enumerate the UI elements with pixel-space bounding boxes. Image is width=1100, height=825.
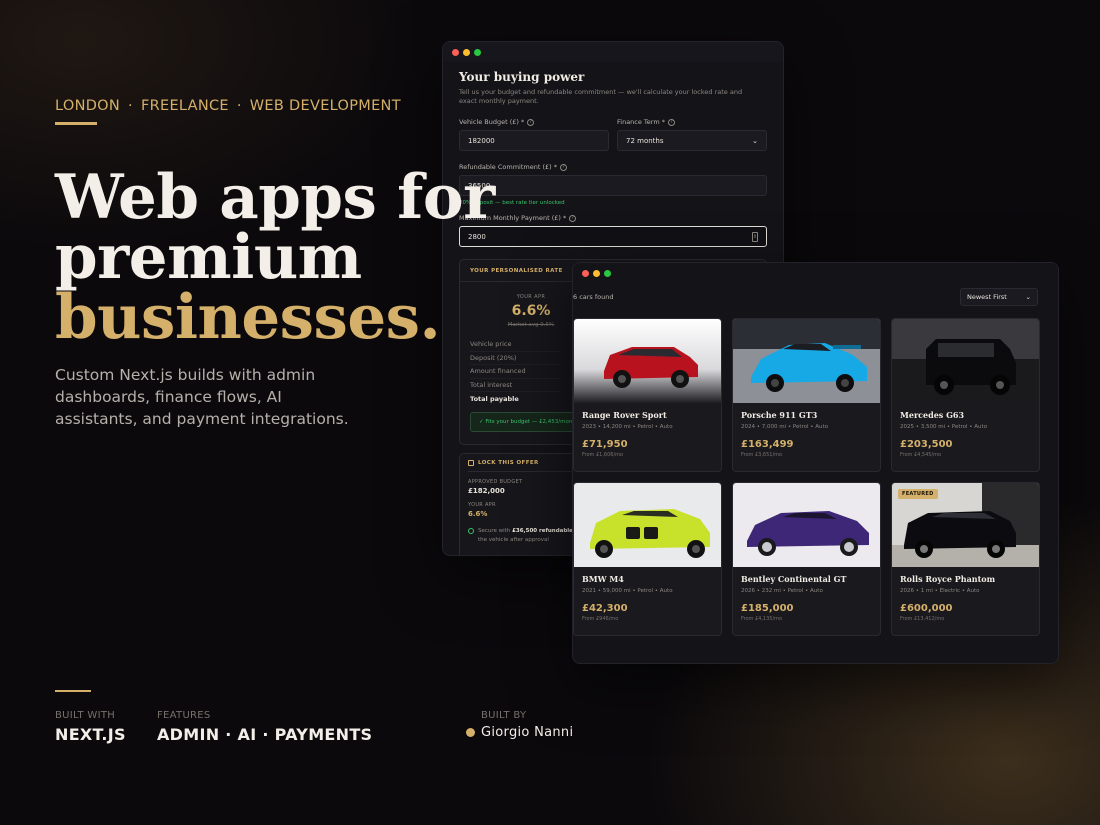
lock-icon: [468, 459, 474, 466]
tagline-underline: [55, 122, 97, 125]
car-image: [733, 483, 880, 567]
chevron-down-icon: ⌄: [1025, 293, 1031, 301]
car-spec: 2025 • 3,500 mi • Petrol • Auto: [900, 424, 988, 430]
car-monthly: From £13,412/mo: [900, 616, 945, 622]
car-price: £185,000: [741, 603, 794, 614]
page-headline: Web apps for premium businesses.: [55, 162, 495, 353]
commitment-label: Refundable Commitment (£) *?: [459, 163, 767, 171]
car-monthly: From £4,135/mo: [741, 616, 783, 622]
car-name: Bentley Continental GT: [741, 574, 847, 584]
car-image: [733, 319, 880, 403]
car-spec: 2024 • 7,000 mi • Petrol • Auto: [741, 424, 829, 430]
finance-title: Your buying power: [459, 70, 585, 84]
finance-description: Tell us your budget and refundable commi…: [459, 88, 743, 105]
results-count: 6 cars found: [573, 293, 614, 301]
term-select[interactable]: 72 months ⌄: [617, 130, 767, 151]
headline-line-2: premium: [55, 222, 362, 293]
footer-divider: [55, 690, 91, 692]
car-monthly: From £3,651/mo: [741, 452, 783, 458]
car-price: £203,500: [900, 439, 953, 450]
built-with-label: BUILT WITH: [55, 710, 116, 721]
built-with-block: BUILT WITH NEXT.JS: [55, 710, 126, 744]
rate-row: Total interest: [470, 379, 560, 392]
car-card[interactable]: Porsche 911 GT3 2024 • 7,000 mi • Petrol…: [732, 318, 881, 472]
car-monthly: From £946/mo: [582, 616, 619, 622]
help-icon[interactable]: ?: [569, 214, 577, 222]
car-image: [574, 483, 721, 567]
help-icon[interactable]: ?: [668, 118, 676, 126]
car-monthly: From £1,606/mo: [582, 452, 624, 458]
budget-label: Vehicle Budget (£) *?: [459, 118, 609, 126]
car-price: £71,950: [582, 439, 628, 450]
tagline-separator: ·: [236, 98, 242, 114]
car-card[interactable]: BMW M4 2021 • 59,000 mi • Petrol • Auto …: [573, 482, 722, 636]
car-card[interactable]: Bentley Continental GT 2026 • 232 mi • P…: [732, 482, 881, 636]
check-circle-icon: [468, 528, 474, 534]
features-block: FEATURES ADMIN · AI · PAYMENTS: [157, 710, 372, 744]
car-monthly: From £4,545/mo: [900, 452, 942, 458]
car-name: Mercedes G63: [900, 410, 965, 420]
car-name: BMW M4: [582, 574, 624, 584]
rate-row-total: Total payable: [470, 394, 519, 403]
car-card[interactable]: FEATURED Rolls Royce Phantom 2026 • 1 mi…: [891, 482, 1040, 636]
car-spec: 2023 • 14,200 mi • Petrol • Auto: [582, 424, 673, 430]
rate-row: Deposit (20%): [470, 352, 560, 365]
car-price: £600,000: [900, 603, 953, 614]
car-name: Range Rover Sport: [582, 410, 667, 420]
commitment-hint: 20% deposit — best rate tier unlocked: [459, 200, 565, 206]
car-image: [574, 319, 721, 403]
tagline-location: LONDON: [55, 98, 121, 114]
car-spec: 2026 • 232 mi • Petrol • Auto: [741, 588, 823, 594]
monthly-input[interactable]: 2800 ⇕: [459, 226, 767, 247]
help-icon[interactable]: ?: [527, 118, 535, 126]
close-window-icon[interactable]: [452, 48, 459, 56]
car-card[interactable]: Range Rover Sport 2023 • 14,200 mi • Pet…: [573, 318, 722, 472]
budget-input[interactable]: 182000: [459, 130, 609, 151]
car-spec: 2021 • 59,000 mi • Petrol • Auto: [582, 588, 673, 594]
built-by-value: Giorgio Nanni: [481, 725, 574, 740]
built-with-value: NEXT.JS: [55, 725, 126, 744]
tagline: LONDON · FREELANCE · WEB DEVELOPMENT: [55, 98, 401, 114]
built-by-block: BUILT BY Giorgio Nanni: [466, 710, 573, 740]
car-listing-window: 6 cars found Newest First ⌄ Range Rover …: [572, 262, 1059, 664]
term-label: Finance Term *?: [617, 118, 767, 126]
monthly-label: Maximum Monthly Payment (£) *?: [459, 214, 767, 222]
help-icon[interactable]: ?: [559, 163, 567, 171]
car-price: £42,300: [582, 603, 628, 614]
tagline-separator: ·: [128, 98, 133, 114]
car-price: £163,499: [741, 439, 794, 450]
number-stepper-icon[interactable]: ⇕: [752, 231, 758, 242]
car-spec: 2026 • 1 mi • Electric • Auto: [900, 588, 980, 594]
headline-line-3: businesses.: [55, 282, 441, 353]
car-grid: Range Rover Sport 2023 • 14,200 mi • Pet…: [573, 318, 1040, 636]
secure-note: Secure with £36,500 refundable co the ve…: [468, 527, 588, 545]
tagline-service: WEB DEVELOPMENT: [249, 98, 401, 114]
headline-line-1: Web apps for: [55, 162, 495, 233]
commitment-input[interactable]: 36500: [459, 175, 767, 196]
chevron-down-icon: ⌄: [752, 136, 758, 145]
minimize-window-icon[interactable]: [463, 48, 470, 56]
sort-select[interactable]: Newest First ⌄: [960, 288, 1038, 306]
car-name: Porsche 911 GT3: [741, 410, 818, 420]
hero-subcopy: Custom Next.js builds with admin dashboa…: [55, 366, 349, 428]
maximize-window-icon[interactable]: [474, 48, 481, 56]
car-name: Rolls Royce Phantom: [900, 574, 996, 584]
author-dot-icon: [466, 728, 475, 737]
car-card[interactable]: Mercedes G63 2025 • 3,500 mi • Petrol • …: [891, 318, 1040, 472]
features-label: FEATURES: [157, 710, 211, 721]
features-value: ADMIN · AI · PAYMENTS: [157, 725, 373, 744]
built-by-label: BUILT BY: [481, 710, 527, 721]
rate-row: Amount financed: [470, 365, 560, 379]
tagline-type: FREELANCE: [140, 98, 229, 114]
window-titlebar: [443, 42, 783, 62]
featured-badge: FEATURED: [898, 489, 938, 499]
car-image: [892, 319, 1039, 403]
